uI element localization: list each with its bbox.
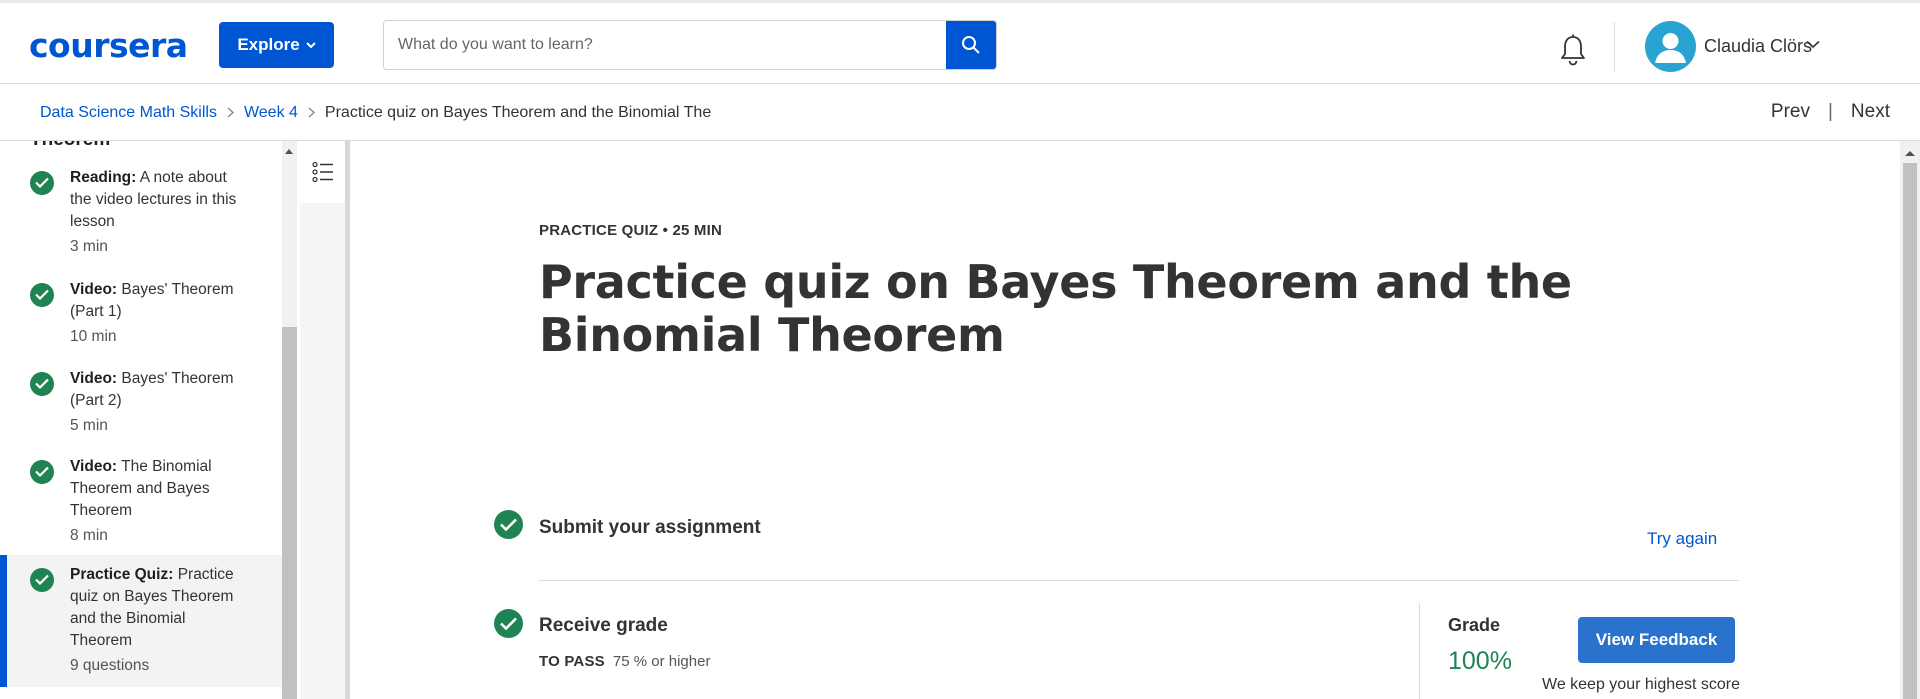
chevron-right-icon <box>308 105 315 121</box>
check-circle-icon <box>30 460 54 484</box>
breadcrumb: Data Science Math Skills Week 4 Practice… <box>40 104 711 122</box>
section-divider <box>539 580 1739 581</box>
to-pass-label: TO PASS <box>539 653 605 670</box>
avatar[interactable] <box>1645 21 1696 72</box>
main-scrollbar[interactable] <box>1900 141 1920 699</box>
sidebar-item-label: Video: The Binomial Theorem and Bayes Th… <box>70 458 212 519</box>
coursera-logo[interactable]: coursera <box>29 26 188 65</box>
check-circle-icon <box>30 283 54 307</box>
toc-column <box>300 141 350 699</box>
prev-button[interactable]: Prev <box>1771 101 1810 123</box>
sidebar-scroll-thumb[interactable] <box>282 327 297 699</box>
course-sidebar: Theorem Reading: A note about the video … <box>0 141 300 699</box>
chevron-right-icon <box>227 105 235 121</box>
item-kicker: PRACTICE QUIZ • 25 MIN <box>539 222 723 239</box>
toc-toggle-button[interactable] <box>300 141 345 203</box>
next-button[interactable]: Next <box>1851 101 1890 123</box>
breadcrumb-current: Practice quiz on Bayes Theorem and the B… <box>324 104 712 121</box>
prev-next-nav: Prev | Next <box>1771 101 1890 123</box>
scroll-up-arrow-icon[interactable] <box>1905 151 1915 156</box>
bell-icon <box>1561 34 1585 66</box>
try-again-link[interactable]: Try again <box>1647 529 1717 549</box>
check-circle-icon <box>30 568 54 592</box>
sidebar-item-meta: 5 min <box>70 417 108 434</box>
sidebar-item-label: Video: Bayes' Theorem (Part 1) <box>70 281 234 320</box>
to-pass-value: 75 % or higher <box>612 653 711 670</box>
sidebar-item-label: Video: Bayes' Theorem (Part 2) <box>70 370 234 409</box>
sidebar-item-label: Practice Quiz: Practice quiz on Bayes Th… <box>70 566 234 649</box>
nav-separator: | <box>1827 101 1833 122</box>
check-circle-icon <box>30 171 54 195</box>
top-header: coursera Explore Claudia Clörs <box>0 3 1920 84</box>
user-name[interactable]: Claudia Clörs <box>1704 36 1812 57</box>
notifications-button[interactable] <box>1557 33 1589 67</box>
sidebar-section-title: Theorem <box>30 141 110 151</box>
list-icon <box>311 161 333 183</box>
explore-button[interactable]: Explore <box>219 22 334 68</box>
view-feedback-button[interactable]: View Feedback <box>1578 617 1735 663</box>
submit-assignment-title: Submit your assignment <box>539 517 761 538</box>
breadcrumb-bar: Data Science Math Skills Week 4 Practice… <box>0 85 1920 141</box>
main-scroll-thumb[interactable] <box>1903 163 1917 699</box>
search-button[interactable] <box>946 21 996 69</box>
grade-check-icon <box>494 609 523 638</box>
search-icon <box>962 36 980 54</box>
page-title: Practice quiz on Bayes Theorem and the B… <box>539 255 1572 362</box>
sidebar-item-meta: 10 min <box>70 328 117 345</box>
highest-score-note: We keep your highest score <box>1542 676 1741 693</box>
grade-value: 100% <box>1448 647 1512 675</box>
grade-label: Grade <box>1448 615 1501 635</box>
check-circle-icon <box>30 372 54 396</box>
sidebar-scrollbar[interactable] <box>282 141 297 699</box>
sidebar-item-meta: 9 questions <box>70 657 150 674</box>
sidebar-item-meta: 3 min <box>70 238 108 255</box>
grade-divider <box>1419 603 1420 699</box>
search-bar <box>383 20 997 70</box>
header-divider <box>1614 22 1615 72</box>
sidebar-item-meta: 8 min <box>70 527 108 544</box>
receive-grade-title: Receive grade <box>539 615 668 636</box>
search-input[interactable] <box>384 21 946 69</box>
breadcrumb-week[interactable]: Week 4 <box>244 104 298 122</box>
explore-label: Explore <box>237 35 300 54</box>
chevron-down-icon[interactable] <box>1806 36 1820 52</box>
sidebar-item-label: Reading: A note about the video lectures… <box>70 169 237 230</box>
avatar-icon <box>1655 33 1686 63</box>
breadcrumb-course[interactable]: Data Science Math Skills <box>40 104 217 122</box>
submit-check-icon <box>494 510 523 539</box>
chevron-down-icon <box>305 40 316 52</box>
scroll-up-arrow-icon[interactable] <box>285 149 293 154</box>
to-pass-requirement: TO PASS 75 % or higher <box>539 653 710 670</box>
